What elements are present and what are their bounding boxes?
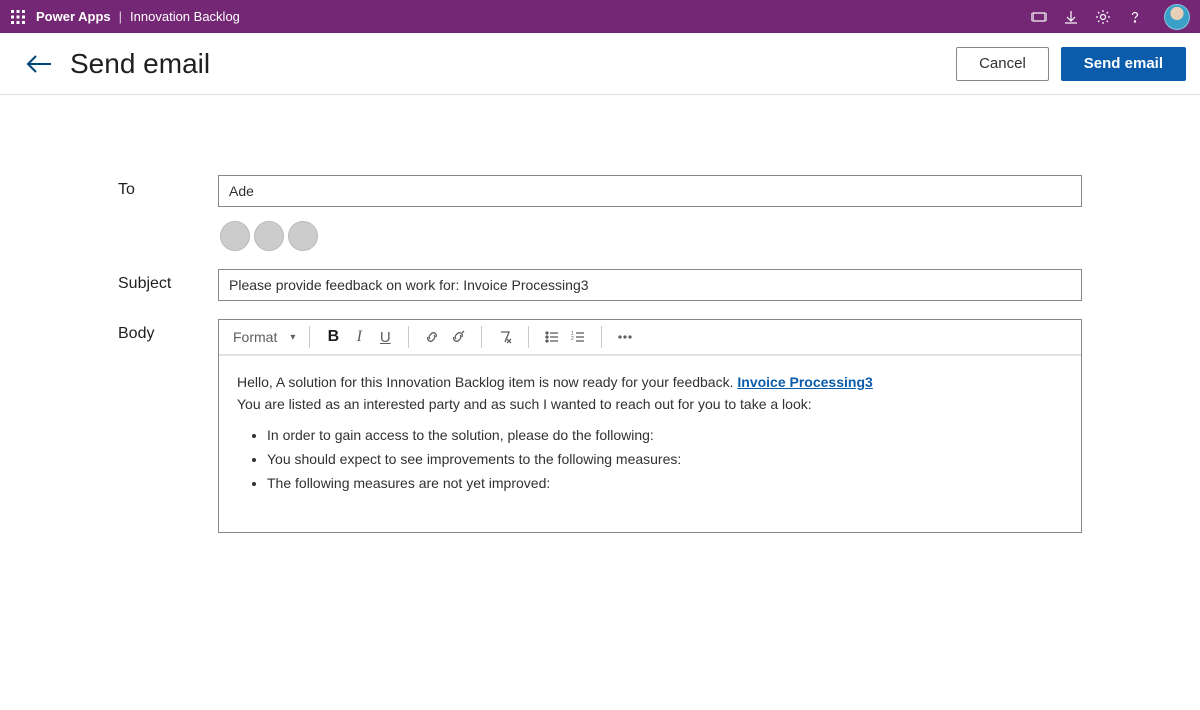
toolbar-separator bbox=[309, 326, 310, 348]
page-title: Send email bbox=[70, 48, 210, 80]
body-row: Body Format B I U bbox=[118, 319, 1082, 533]
download-icon[interactable] bbox=[1062, 8, 1080, 26]
toolbar-separator bbox=[528, 326, 529, 348]
body-line2: You are listed as an interested party an… bbox=[237, 394, 1063, 416]
to-label: To bbox=[118, 175, 218, 199]
body-label: Body bbox=[118, 319, 218, 343]
svg-text:2: 2 bbox=[571, 336, 574, 342]
command-bar: Send email Cancel Send email bbox=[0, 33, 1200, 95]
to-input[interactable] bbox=[218, 175, 1082, 207]
toolbar-separator bbox=[601, 326, 602, 348]
body-bullet-list: In order to gain access to the solution,… bbox=[267, 425, 1063, 494]
subject-label: Subject bbox=[118, 269, 218, 293]
recipient-avatars bbox=[220, 221, 1082, 251]
subject-input[interactable] bbox=[218, 269, 1082, 301]
more-options-icon[interactable] bbox=[612, 324, 638, 350]
recipient-avatar[interactable] bbox=[288, 221, 318, 251]
back-button[interactable] bbox=[20, 45, 58, 83]
toolbar-separator bbox=[481, 326, 482, 348]
header-actions bbox=[1030, 4, 1190, 30]
fit-screen-icon[interactable] bbox=[1030, 8, 1048, 26]
body-bullet: The following measures are not yet impro… bbox=[267, 473, 1063, 495]
toolbar-separator bbox=[408, 326, 409, 348]
settings-gear-icon[interactable] bbox=[1094, 8, 1112, 26]
editor-toolbar: Format B I U bbox=[219, 320, 1081, 356]
email-form: To Subject Body Format bbox=[0, 95, 1200, 533]
recipient-avatar[interactable] bbox=[220, 221, 250, 251]
body-bullet: You should expect to see improvements to… bbox=[267, 449, 1063, 471]
clear-format-icon[interactable] bbox=[492, 324, 518, 350]
global-header: Power Apps | Innovation Backlog bbox=[0, 0, 1200, 33]
help-icon[interactable] bbox=[1126, 8, 1144, 26]
app-launcher-icon[interactable] bbox=[6, 5, 30, 29]
unlink-icon[interactable] bbox=[445, 324, 471, 350]
recipient-avatar[interactable] bbox=[254, 221, 284, 251]
editor-body[interactable]: Hello, A solution for this Innovation Ba… bbox=[219, 356, 1081, 532]
to-row: To bbox=[118, 175, 1082, 251]
brand-label[interactable]: Power Apps bbox=[36, 9, 111, 24]
user-avatar[interactable] bbox=[1164, 4, 1190, 30]
link-icon[interactable] bbox=[419, 324, 445, 350]
numbered-list-icon[interactable]: 12 bbox=[565, 324, 591, 350]
brand-separator: | bbox=[119, 9, 122, 24]
bold-button[interactable]: B bbox=[320, 324, 346, 350]
app-name-label[interactable]: Innovation Backlog bbox=[130, 9, 240, 24]
send-email-button[interactable]: Send email bbox=[1061, 47, 1186, 81]
cancel-button[interactable]: Cancel bbox=[956, 47, 1049, 81]
body-greeting: Hello, A solution for this Innovation Ba… bbox=[237, 374, 737, 390]
bullet-list-icon[interactable] bbox=[539, 324, 565, 350]
italic-button[interactable]: I bbox=[346, 324, 372, 350]
body-item-link[interactable]: Invoice Processing3 bbox=[737, 374, 872, 390]
underline-button[interactable]: U bbox=[372, 324, 398, 350]
subject-row: Subject bbox=[118, 269, 1082, 301]
rich-text-editor: Format B I U bbox=[218, 319, 1082, 533]
format-dropdown[interactable]: Format bbox=[233, 329, 299, 345]
body-bullet: In order to gain access to the solution,… bbox=[267, 425, 1063, 447]
